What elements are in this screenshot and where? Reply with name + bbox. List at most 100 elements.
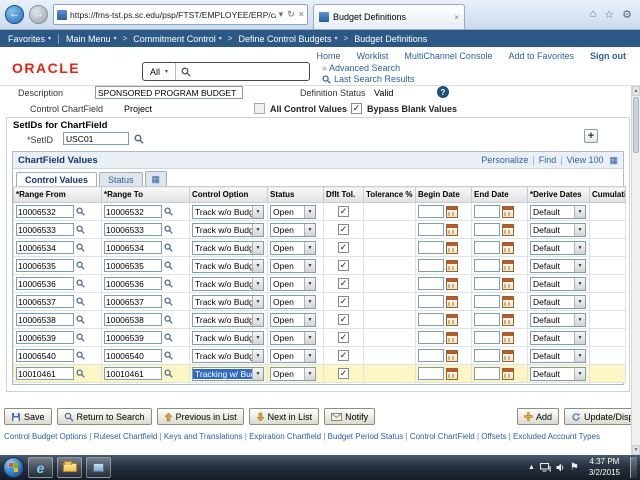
lookup-icon[interactable]	[164, 333, 173, 342]
header-link-home[interactable]: Home	[317, 51, 341, 61]
end-date-input[interactable]	[474, 331, 500, 344]
derive-dates-select[interactable]: Default▼	[530, 259, 586, 273]
calendar-icon[interactable]	[502, 242, 514, 254]
status-select[interactable]: Open▼	[270, 367, 316, 381]
control-option-select[interactable]: Track w/o Budg▼	[192, 277, 264, 291]
control-option-select[interactable]: Track w/o Budg▼	[192, 223, 264, 237]
breadcrumb-item-budget-definitions[interactable]: Budget Definitions	[354, 34, 427, 44]
lookup-icon[interactable]	[164, 297, 173, 306]
range-from-input[interactable]	[16, 259, 74, 272]
grid-link-find[interactable]: Find	[539, 155, 557, 165]
lookup-icon[interactable]	[164, 225, 173, 234]
all-control-values-checkbox[interactable]	[254, 103, 265, 114]
dflt-tol-checkbox[interactable]	[338, 242, 349, 253]
tab-close-icon[interactable]: ×	[454, 13, 459, 22]
derive-dates-select[interactable]: Default▼	[530, 349, 586, 363]
control-option-select[interactable]: Track w/o Budg▼	[192, 259, 264, 273]
dflt-tol-checkbox[interactable]	[338, 332, 349, 343]
page-link-ruleset-chartfield[interactable]: Ruleset Chartfield	[94, 432, 158, 441]
status-select[interactable]: Open▼	[270, 259, 316, 273]
derive-dates-select[interactable]: Default▼	[530, 295, 586, 309]
taskbar-explorer-icon[interactable]	[57, 457, 82, 478]
range-from-input[interactable]	[16, 349, 74, 362]
status-select[interactable]: Open▼	[270, 223, 316, 237]
lookup-icon[interactable]	[76, 297, 85, 306]
taskbar-app-icon[interactable]	[86, 457, 111, 478]
tab-status[interactable]: Status	[99, 172, 143, 186]
dflt-tol-checkbox[interactable]	[338, 206, 349, 217]
setid-input[interactable]	[63, 132, 129, 145]
calendar-icon[interactable]	[502, 206, 514, 218]
begin-date-input[interactable]	[418, 331, 444, 344]
breadcrumb-item-commitment-control[interactable]: Commitment Control▾	[133, 34, 222, 44]
lookup-icon[interactable]	[164, 351, 173, 360]
calendar-icon[interactable]	[446, 224, 458, 236]
derive-dates-select[interactable]: Default▼	[530, 331, 586, 345]
next-in-list-button[interactable]: Next in List	[249, 408, 320, 425]
header-link-worklist[interactable]: Worklist	[357, 51, 389, 61]
end-date-input[interactable]	[474, 223, 500, 236]
search-scope-dropdown[interactable]: All▾	[143, 63, 176, 80]
range-to-input[interactable]	[104, 223, 162, 236]
dflt-tol-checkbox[interactable]	[338, 260, 349, 271]
range-to-input[interactable]	[104, 241, 162, 254]
begin-date-input[interactable]	[418, 313, 444, 326]
dflt-tol-checkbox[interactable]	[338, 350, 349, 361]
description-input[interactable]	[95, 86, 243, 99]
calendar-icon[interactable]	[446, 332, 458, 344]
calendar-icon[interactable]	[446, 278, 458, 290]
lookup-icon[interactable]	[164, 207, 173, 216]
end-date-input[interactable]	[474, 259, 500, 272]
derive-dates-select[interactable]: Default▼	[530, 205, 586, 219]
header-link-multichannel-console[interactable]: MultiChannel Console	[404, 51, 492, 61]
end-date-input[interactable]	[474, 295, 500, 308]
network-icon[interactable]	[540, 463, 551, 472]
derive-dates-select[interactable]: Default▼	[530, 277, 586, 291]
show-all-columns-tab[interactable]: ▦	[145, 171, 168, 186]
forward-button[interactable]: →	[29, 5, 48, 24]
control-option-select[interactable]: Track w/o Budg▼	[192, 295, 264, 309]
gear-icon[interactable]: ⚙	[622, 8, 632, 21]
page-link-excluded-account-types[interactable]: Excluded Account Types	[513, 432, 600, 441]
begin-date-input[interactable]	[418, 223, 444, 236]
dflt-tol-checkbox[interactable]	[338, 368, 349, 379]
page-link-budget-period-status[interactable]: Budget Period Status	[328, 432, 404, 441]
volume-icon[interactable]	[556, 463, 565, 472]
lookup-icon[interactable]	[76, 207, 85, 216]
begin-date-input[interactable]	[418, 259, 444, 272]
begin-date-input[interactable]	[418, 241, 444, 254]
bypass-blank-values-checkbox[interactable]	[351, 103, 362, 114]
search-input[interactable]	[176, 67, 309, 77]
start-button[interactable]	[3, 457, 24, 478]
scroll-down-icon[interactable]: ▼	[632, 445, 640, 455]
home-icon[interactable]: ⌂	[590, 8, 597, 21]
status-select[interactable]: Open▼	[270, 295, 316, 309]
end-date-input[interactable]	[474, 241, 500, 254]
status-select[interactable]: Open▼	[270, 349, 316, 363]
taskbar-ie-icon[interactable]: e	[28, 457, 53, 478]
range-to-input[interactable]	[104, 313, 162, 326]
lookup-icon[interactable]	[76, 315, 85, 324]
range-to-input[interactable]	[104, 331, 162, 344]
begin-date-input[interactable]	[418, 205, 444, 218]
scroll-up-icon[interactable]: ▲	[632, 86, 640, 96]
lookup-icon[interactable]	[76, 225, 85, 234]
begin-date-input[interactable]	[418, 277, 444, 290]
calendar-icon[interactable]	[446, 350, 458, 362]
show-desktop-button[interactable]	[630, 457, 637, 478]
begin-date-input[interactable]	[418, 367, 444, 380]
advanced-search-link[interactable]: Advanced Search	[329, 63, 400, 73]
status-select[interactable]: Open▼	[270, 277, 316, 291]
zoom-grid-icon[interactable]: ▦	[609, 155, 618, 166]
action-center-flag-icon[interactable]: ⚑	[570, 462, 579, 473]
browser-tab[interactable]: Budget Definitions ×	[313, 4, 465, 29]
derive-dates-select[interactable]: Default▼	[530, 313, 586, 327]
dflt-tol-checkbox[interactable]	[338, 224, 349, 235]
calendar-icon[interactable]	[446, 206, 458, 218]
lookup-icon[interactable]	[164, 261, 173, 270]
range-from-input[interactable]	[16, 277, 74, 290]
range-to-input[interactable]	[104, 295, 162, 308]
control-option-select[interactable]: Track w/o Budg▼	[192, 205, 264, 219]
url-text[interactable]: https://fms-tst.ps.sc.edu/psp/FTST/EMPLO…	[70, 10, 276, 20]
derive-dates-select[interactable]: Default▼	[530, 367, 586, 381]
